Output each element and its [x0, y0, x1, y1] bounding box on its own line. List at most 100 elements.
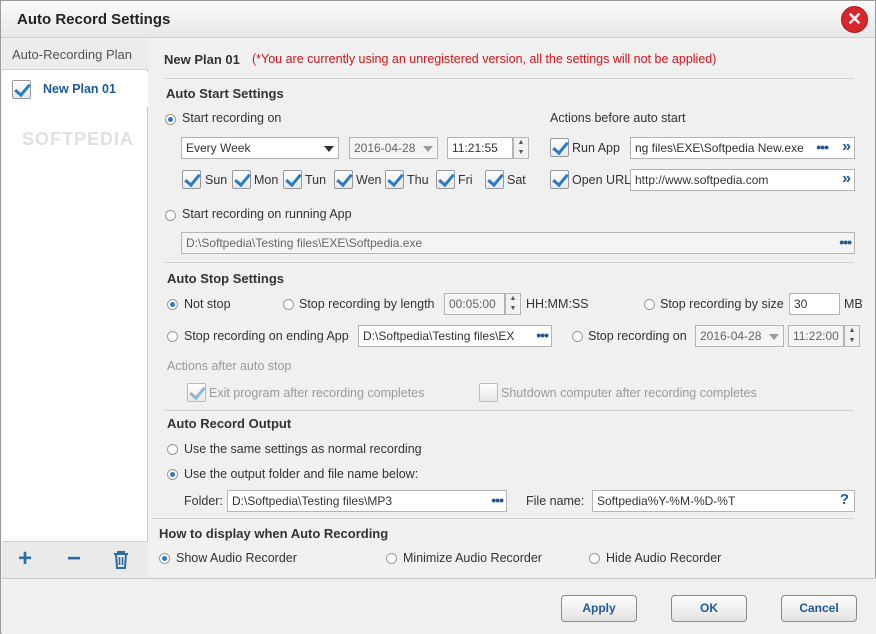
- stop-time-stepper[interactable]: ▲ ▼: [844, 325, 860, 347]
- stop-date-picker[interactable]: 2016-04-28: [695, 325, 784, 347]
- stop-length-value: 00:05:00: [449, 297, 496, 311]
- auto-stop-heading: Auto Stop Settings: [167, 271, 284, 286]
- actions-before-heading: Actions before auto start: [550, 111, 686, 125]
- stop-on-ending-app-radio[interactable]: [167, 331, 178, 342]
- sidebar-item-label: New Plan 01: [43, 82, 116, 96]
- filename-field[interactable]: Softpedia%Y-%M-%D-%T ?: [592, 490, 855, 512]
- stop-length-unit: HH:MM:SS: [526, 297, 589, 311]
- stop-by-size-radio[interactable]: [644, 299, 655, 310]
- unregistered-warning: (*You are currently using an unregistere…: [252, 52, 717, 66]
- ok-button[interactable]: OK: [671, 595, 747, 622]
- custom-output-radio[interactable]: [167, 469, 178, 480]
- help-icon[interactable]: ?: [840, 491, 849, 508]
- title-bar: Auto Record Settings ✕: [1, 1, 875, 38]
- sidebar-toolbar: + −: [2, 541, 148, 578]
- day-tun-checkbox[interactable]: [283, 170, 302, 189]
- filename-value: Softpedia%Y-%M-%D-%T: [597, 494, 736, 508]
- go-arrow-icon[interactable]: »: [842, 138, 851, 156]
- shutdown-checkbox[interactable]: [479, 383, 498, 402]
- start-on-running-app-radio[interactable]: [165, 210, 176, 221]
- start-time-field[interactable]: 11:21:55: [447, 137, 513, 159]
- day-thu-checkbox[interactable]: [385, 170, 404, 189]
- ending-app-path-field[interactable]: D:\Softpedia\Testing files\EX •••: [358, 325, 552, 347]
- close-icon: ✕: [846, 9, 863, 29]
- go-arrow-icon[interactable]: »: [842, 170, 851, 188]
- not-stop-radio[interactable]: [167, 299, 178, 310]
- spin-down-icon: ▼: [848, 337, 856, 344]
- open-url-value: http://www.softpedia.com: [635, 173, 769, 187]
- spin-down-icon: ▼: [517, 149, 525, 156]
- spin-up-icon: ▲: [848, 327, 856, 334]
- stop-on-ending-app-label: Stop recording on ending App: [184, 329, 349, 343]
- browse-icon[interactable]: •••: [491, 492, 504, 508]
- day-sat-checkbox[interactable]: [485, 170, 504, 189]
- open-url-field[interactable]: http://www.softpedia.com »: [630, 169, 855, 191]
- browse-icon[interactable]: •••: [839, 234, 852, 250]
- stop-length-field[interactable]: 00:05:00: [444, 293, 505, 315]
- stop-size-field[interactable]: 30: [789, 293, 840, 315]
- running-app-path-field[interactable]: D:\Softpedia\Testing files\EXE\Softpedia…: [181, 232, 855, 254]
- spin-up-icon: ▲: [517, 139, 525, 146]
- frequency-value: Every Week: [186, 141, 251, 155]
- plan-name: New Plan 01: [164, 52, 240, 67]
- exit-program-checkbox[interactable]: [187, 383, 206, 402]
- folder-label: Folder:: [184, 494, 223, 508]
- stop-time-field[interactable]: 11:22:00: [788, 325, 844, 347]
- trash-icon: [114, 551, 128, 569]
- start-time-value: 11:21:55: [452, 141, 498, 155]
- start-on-running-app-label: Start recording on running App: [182, 207, 352, 221]
- minimize-recorder-radio[interactable]: [386, 553, 397, 564]
- open-url-checkbox[interactable]: [550, 170, 569, 189]
- browse-icon[interactable]: •••: [534, 327, 549, 343]
- add-plan-button[interactable]: +: [13, 545, 37, 572]
- hide-recorder-radio[interactable]: [589, 553, 600, 564]
- plan-enabled-checkbox[interactable]: [12, 80, 31, 99]
- start-recording-on-radio[interactable]: [165, 114, 176, 125]
- run-app-label: Run App: [572, 141, 620, 155]
- hide-recorder-label: Hide Audio Recorder: [606, 551, 722, 565]
- day-fri-checkbox[interactable]: [436, 170, 455, 189]
- same-settings-radio[interactable]: [167, 444, 178, 455]
- sidebar-item-new-plan-01[interactable]: New Plan 01: [2, 72, 148, 107]
- divider: [164, 78, 854, 79]
- exit-program-label: Exit program after recording completes: [209, 386, 425, 400]
- stop-by-length-radio[interactable]: [283, 299, 294, 310]
- not-stop-label: Not stop: [184, 297, 231, 311]
- browse-icon[interactable]: •••: [814, 139, 829, 155]
- same-settings-label: Use the same settings as normal recordin…: [184, 442, 422, 456]
- stop-on-date-radio[interactable]: [572, 331, 583, 342]
- close-button[interactable]: ✕: [841, 6, 868, 33]
- day-mon-checkbox[interactable]: [232, 170, 251, 189]
- cancel-button[interactable]: Cancel: [781, 595, 857, 622]
- display-heading: How to display when Auto Recording: [159, 526, 389, 541]
- day-wen-checkbox[interactable]: [334, 170, 353, 189]
- stop-by-length-label: Stop recording by length: [299, 297, 435, 311]
- custom-output-label: Use the output folder and file name belo…: [184, 467, 419, 481]
- apply-button[interactable]: Apply: [561, 595, 637, 622]
- ending-app-path-value: D:\Softpedia\Testing files\EX: [363, 329, 515, 343]
- spin-down-icon: ▼: [509, 305, 517, 312]
- sidebar-header: Auto-Recording Plan: [2, 39, 148, 70]
- stop-length-stepper[interactable]: ▲ ▼: [505, 293, 521, 315]
- delete-plan-button[interactable]: [109, 548, 133, 572]
- remove-plan-button[interactable]: −: [62, 547, 86, 572]
- run-app-path-value: ng files\EXE\Softpedia New.exe: [635, 141, 804, 155]
- start-time-stepper[interactable]: ▲ ▼: [513, 137, 529, 159]
- show-recorder-label: Show Audio Recorder: [176, 551, 297, 565]
- run-app-path-field[interactable]: ng files\EXE\Softpedia New.exe ••• »: [630, 137, 855, 159]
- softpedia-watermark: SOFTPEDIA: [22, 129, 135, 149]
- day-fri-label: Fri: [458, 173, 473, 187]
- day-sun-checkbox[interactable]: [182, 170, 201, 189]
- minimize-recorder-label: Minimize Audio Recorder: [403, 551, 542, 565]
- folder-field[interactable]: D:\Softpedia\Testing files\MP3 •••: [227, 490, 507, 512]
- stop-date-value: 2016-04-28: [700, 329, 762, 343]
- add-icon: +: [17, 545, 32, 572]
- plan-sidebar: Auto-Recording Plan New Plan 01 SOFTPEDI…: [2, 39, 148, 578]
- frequency-select[interactable]: Every Week: [181, 137, 339, 159]
- start-date-picker[interactable]: 2016-04-28: [349, 137, 438, 159]
- run-app-checkbox[interactable]: [550, 138, 569, 157]
- day-mon-label: Mon: [254, 173, 279, 187]
- output-heading: Auto Record Output: [167, 416, 292, 431]
- chevron-down-icon: [769, 334, 779, 340]
- show-recorder-radio[interactable]: [159, 553, 170, 564]
